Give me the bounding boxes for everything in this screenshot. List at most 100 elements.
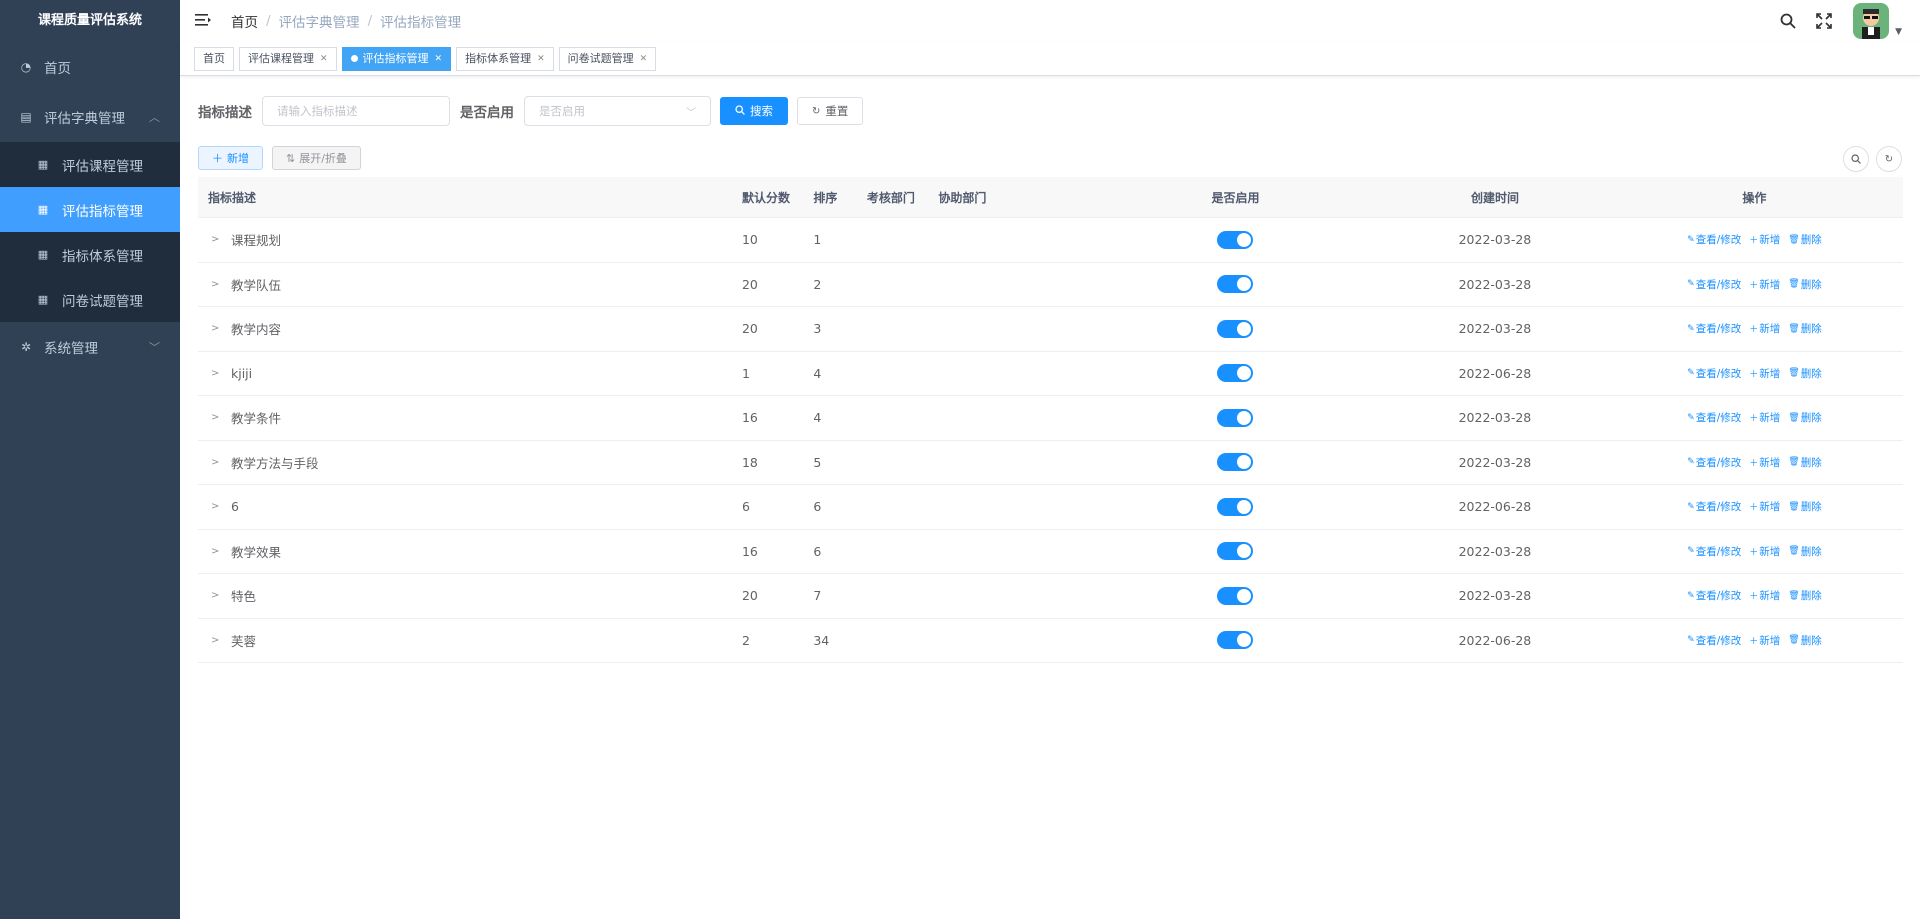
edit-button[interactable]: ✎ 查看/修改 bbox=[1687, 455, 1741, 470]
enable-switch[interactable] bbox=[1217, 319, 1254, 338]
delete-button[interactable]: 🗑 删除 bbox=[1788, 455, 1821, 470]
ops-cell: ✎ 查看/修改 ＋新增 🗑 删除 bbox=[1606, 277, 1903, 292]
desc-input[interactable]: 请输入指标描述 bbox=[262, 96, 450, 126]
sidebar-item-questionnaire[interactable]: ▦ 问卷试题管理 bbox=[0, 277, 180, 322]
edit-button[interactable]: ✎ 查看/修改 bbox=[1687, 544, 1741, 559]
edit-button[interactable]: ✎ 查看/修改 bbox=[1687, 588, 1741, 603]
chevron-right-icon[interactable]: > bbox=[211, 323, 221, 334]
chevron-right-icon[interactable]: > bbox=[211, 368, 221, 379]
close-icon[interactable]: ✕ bbox=[435, 48, 443, 70]
add-label: 新增 bbox=[1759, 590, 1781, 603]
sidebar-item-system[interactable]: ▦ 指标体系管理 bbox=[0, 232, 180, 277]
chevron-right-icon[interactable]: > bbox=[211, 457, 221, 468]
desc-cell: >6 bbox=[198, 499, 732, 514]
reset-button[interactable]: ↻ 重置 bbox=[797, 97, 864, 125]
enable-cell bbox=[1087, 408, 1384, 427]
search-icon[interactable] bbox=[1779, 12, 1797, 30]
plus-icon: ＋ bbox=[1749, 236, 1759, 247]
fullscreen-icon[interactable] bbox=[1815, 12, 1833, 30]
delete-button[interactable]: 🗑 删除 bbox=[1788, 232, 1821, 247]
delete-button[interactable]: 🗑 删除 bbox=[1788, 499, 1821, 514]
add-child-button[interactable]: ＋新增 bbox=[1749, 633, 1780, 648]
enable-switch[interactable] bbox=[1217, 408, 1254, 427]
tag-questionnaire[interactable]: 问卷试题管理 ✕ bbox=[558, 46, 657, 71]
close-icon[interactable]: ✕ bbox=[640, 48, 648, 70]
table-row: > 教学条件 16 4 2022-03-28 ✎ 查看/修改 ＋新增 🗑 删除 bbox=[198, 396, 1903, 441]
hamburger-icon[interactable] bbox=[195, 12, 213, 31]
enable-select[interactable]: 是否启用 ﹀ bbox=[524, 96, 711, 126]
plus-icon: ＋ bbox=[1749, 325, 1759, 336]
tag-label: 问卷试题管理 bbox=[567, 51, 634, 65]
close-icon[interactable]: ✕ bbox=[537, 48, 545, 70]
sidebar-item-home[interactable]: ◔ 首页 bbox=[0, 42, 180, 92]
chevron-right-icon[interactable]: > bbox=[211, 501, 221, 512]
chevron-right-icon[interactable]: > bbox=[211, 590, 221, 601]
tag-indicator[interactable]: 评估指标管理 ✕ bbox=[341, 46, 452, 71]
add-label: 新增 bbox=[1759, 412, 1781, 425]
enable-switch[interactable] bbox=[1217, 230, 1254, 249]
edit-button[interactable]: ✎ 查看/修改 bbox=[1687, 321, 1741, 336]
refresh-button[interactable]: ↻ bbox=[1876, 146, 1902, 172]
chevron-right-icon[interactable]: > bbox=[211, 635, 221, 646]
tag-course[interactable]: 评估课程管理 ✕ bbox=[239, 46, 337, 71]
search-toggle-button[interactable] bbox=[1843, 146, 1869, 172]
enable-switch[interactable] bbox=[1217, 542, 1254, 561]
score-cell: 1 bbox=[741, 365, 750, 381]
search-button[interactable]: 搜索 bbox=[720, 97, 788, 125]
chevron-down-icon: ﹀ bbox=[686, 107, 696, 119]
enable-switch[interactable] bbox=[1217, 453, 1254, 472]
tag-home[interactable]: 首页 bbox=[194, 46, 234, 71]
add-child-button[interactable]: ＋新增 bbox=[1749, 277, 1780, 292]
caret-down-icon[interactable]: ▼ bbox=[1895, 27, 1902, 37]
enable-switch[interactable] bbox=[1217, 275, 1254, 294]
avatar[interactable] bbox=[1853, 3, 1890, 39]
breadcrumb-item[interactable]: 首页 bbox=[231, 11, 258, 31]
chevron-right-icon[interactable]: > bbox=[211, 546, 221, 557]
edit-icon: ✎ bbox=[1687, 323, 1695, 334]
add-child-button[interactable]: ＋新增 bbox=[1749, 544, 1780, 559]
edit-button[interactable]: ✎ 查看/修改 bbox=[1687, 366, 1741, 381]
chevron-right-icon[interactable]: > bbox=[211, 279, 221, 290]
edit-button[interactable]: ✎ 查看/修改 bbox=[1687, 499, 1741, 514]
add-child-button[interactable]: ＋新增 bbox=[1749, 232, 1780, 247]
desc-text: 6 bbox=[231, 499, 239, 515]
desc-cell: > 教学方法与手段 bbox=[198, 453, 732, 472]
delete-button[interactable]: 🗑 删除 bbox=[1788, 633, 1821, 648]
edit-button[interactable]: ✎ 查看/修改 bbox=[1687, 277, 1741, 292]
close-icon[interactable]: ✕ bbox=[320, 48, 328, 70]
tag-system[interactable]: 指标体系管理 ✕ bbox=[456, 46, 554, 71]
enable-switch[interactable] bbox=[1217, 631, 1254, 650]
enable-switch[interactable] bbox=[1217, 364, 1254, 383]
delete-button[interactable]: 🗑 删除 bbox=[1788, 544, 1821, 559]
add-button[interactable]: ＋ 新增 bbox=[198, 146, 263, 170]
sidebar-item-indicator[interactable]: ▦ 评估指标管理 bbox=[0, 187, 180, 232]
sidebar-item-dictionary[interactable]: ▤ 评估字典管理 ︿ bbox=[0, 92, 180, 142]
add-child-button[interactable]: ＋新增 bbox=[1749, 410, 1780, 425]
delete-button[interactable]: 🗑 删除 bbox=[1788, 410, 1821, 425]
delete-button[interactable]: 🗑 删除 bbox=[1788, 366, 1821, 381]
edit-button[interactable]: ✎ 查看/修改 bbox=[1687, 633, 1741, 648]
enable-switch[interactable] bbox=[1217, 497, 1254, 516]
sidebar-item-settings[interactable]: ✲ 系统管理 ﹀ bbox=[0, 322, 180, 372]
enable-switch[interactable] bbox=[1217, 586, 1254, 605]
add-child-button[interactable]: ＋新增 bbox=[1749, 366, 1780, 381]
expand-collapse-label: 展开/折叠 bbox=[299, 152, 347, 165]
chevron-right-icon[interactable]: > bbox=[211, 234, 221, 245]
delete-button[interactable]: 🗑 删除 bbox=[1788, 588, 1821, 603]
edit-button[interactable]: ✎ 查看/修改 bbox=[1687, 410, 1741, 425]
active-dot-icon bbox=[350, 55, 358, 62]
add-child-button[interactable]: ＋新增 bbox=[1749, 455, 1780, 470]
add-child-button[interactable]: ＋新增 bbox=[1749, 321, 1780, 336]
edit-button[interactable]: ✎ 查看/修改 bbox=[1687, 232, 1741, 247]
sidebar-item-label: 问卷试题管理 bbox=[62, 293, 143, 310]
order-cell: 34 bbox=[813, 632, 830, 648]
ops-cell: ✎ 查看/修改 ＋新增 🗑 删除 bbox=[1606, 544, 1903, 559]
add-child-button[interactable]: ＋新增 bbox=[1749, 499, 1780, 514]
expand-collapse-button[interactable]: ⇅ 展开/折叠 bbox=[272, 146, 361, 170]
delete-button[interactable]: 🗑 删除 bbox=[1788, 277, 1821, 292]
add-child-button[interactable]: ＋新增 bbox=[1749, 588, 1780, 603]
sidebar-item-course[interactable]: ▦ 评估课程管理 bbox=[0, 142, 180, 187]
column-header: 操作 bbox=[1742, 190, 1767, 205]
delete-button[interactable]: 🗑 删除 bbox=[1788, 321, 1821, 336]
chevron-right-icon[interactable]: > bbox=[211, 412, 221, 423]
